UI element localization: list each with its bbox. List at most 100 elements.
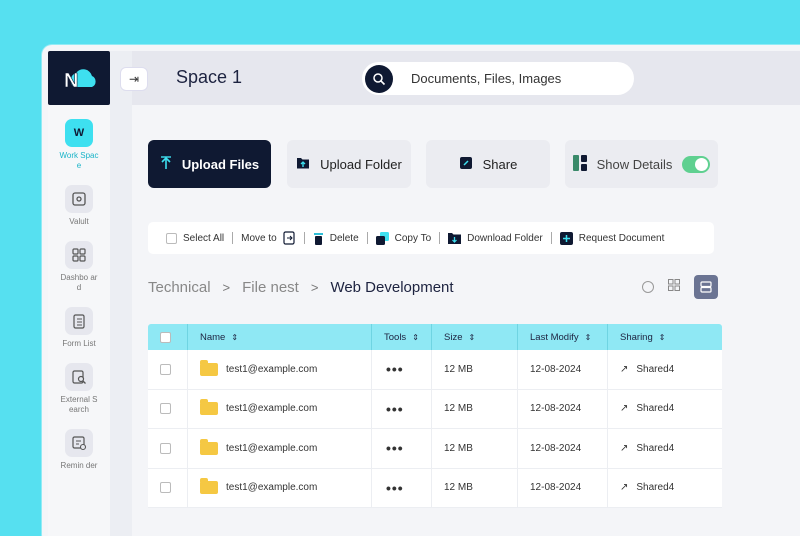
upload-folder-button[interactable]: Upload Folder [287,140,411,188]
download-folder-button[interactable]: Download Folder [440,232,551,244]
sidebar-item-external-search[interactable]: External Search [48,363,110,415]
sort-icon: ⇕ [412,332,419,342]
sharing-cell[interactable]: ↗ Shared4 [608,429,720,468]
table-row[interactable]: test1@example.com ••• 12 MB 12-08-2024 ↗… [148,389,722,429]
sidebar-item-label: Valult [69,217,89,226]
header-label: Name [200,331,226,343]
modified-cell: 12-08-2024 [518,468,608,507]
share-button[interactable]: Share [426,140,550,188]
view-switcher [642,275,718,299]
table-row[interactable]: test1@example.com ••• 12 MB 12-08-2024 ↗… [148,429,722,469]
files-table: Name ⇕ Tools ⇕ Size ⇕ Last Modify ⇕ Sharing ⇕… [148,324,722,508]
size-cell: 12 MB [432,468,518,507]
header-last-modify[interactable]: Last Modify ⇕ [518,324,608,350]
row-menu-button[interactable]: ••• [372,389,432,428]
move-to-button[interactable]: Move to [233,231,304,245]
sharing-label: Shared4 [636,403,675,415]
sidebar-item-workspace[interactable]: W Work Space [48,119,110,171]
vault-icon [65,185,93,213]
header-name[interactable]: Name ⇕ [188,324,372,350]
sharing-cell[interactable]: ↗ Shared4 [608,390,720,429]
search-input[interactable]: Documents, Files, Images [411,71,561,86]
header-tools[interactable]: Tools ⇕ [372,324,432,350]
table-row[interactable]: test1@example.com ••• 12 MB 12-08-2024 ↗… [148,350,722,390]
sort-icon: ⇕ [584,332,592,342]
reminder-icon [65,429,93,457]
sidebar-item-label: Work Space [59,151,99,170]
row-menu-button[interactable]: ••• [372,429,432,468]
sidebar-gutter [110,51,132,536]
table-view-button[interactable] [694,275,718,299]
copy-to-button[interactable]: Copy To [368,231,440,245]
folder-icon [200,478,218,495]
modified-cell: 12-08-2024 [518,389,608,428]
size-cell: 12 MB [432,350,518,389]
header-sharing[interactable]: Sharing ⇕ [608,324,720,350]
row-checkbox[interactable] [160,403,171,415]
file-name[interactable]: test1@example.com [226,482,317,493]
sharing-cell[interactable]: ↗ Shared4 [608,350,720,389]
app-logo[interactable]: N [48,51,110,105]
row-select-cell [148,350,188,389]
main-content: Upload Files Upload Folder Share Show De… [132,105,800,536]
top-header: Space 1 Documents, Files, Images [132,51,800,105]
upload-files-button[interactable]: Upload Files [148,140,271,188]
move-to-label: Move to [241,232,277,244]
sidebar-item-dashboard[interactable]: Dashbo ard [48,241,110,293]
name-cell: test1@example.com [188,468,372,507]
list-view-icon[interactable] [642,281,654,293]
breadcrumb: Technical > File nest > Web Development [148,279,454,296]
breadcrumb-current: Web Development [330,279,454,296]
show-details-toggle[interactable] [682,155,711,173]
delete-label: Delete [329,232,359,244]
file-name[interactable]: test1@example.com [226,403,317,414]
grid-view-icon[interactable] [668,278,680,296]
sharing-label: Shared4 [636,363,675,375]
search-bar[interactable]: Documents, Files, Images [362,62,634,95]
breadcrumb-item[interactable]: Technical [148,279,211,296]
sidebar-item-label: Remin der [60,461,98,470]
copy-icon [375,231,389,245]
name-cell: test1@example.com [188,350,372,389]
sidebar-item-label: Form List [62,339,96,348]
file-name[interactable]: test1@example.com [226,364,317,375]
trash-icon [313,232,323,245]
select-all-checkbox[interactable]: Select All [158,232,232,244]
collapse-icon: ⇥ [128,72,140,86]
breadcrumb-item[interactable]: File nest [242,279,299,296]
request-document-icon [559,231,573,245]
row-checkbox[interactable] [160,442,171,454]
delete-button[interactable]: Delete [305,232,367,245]
chevron-right-icon: > [222,280,231,295]
row-checkbox[interactable] [160,482,171,494]
collapse-sidebar-button[interactable]: ⇥ [120,67,148,91]
sidebar-item-reminder[interactable]: Remin der [48,429,110,471]
sidebar-item-vault[interactable]: Valult [48,185,110,227]
sharing-cell[interactable]: ↗ Shared4 [608,469,720,508]
row-select-cell [148,389,188,428]
external-link-icon: ↗ [620,442,629,454]
app-window: N W Work Space Valult Dashbo ard Form Li… [42,45,800,536]
row-checkbox[interactable] [160,363,171,375]
chevron-right-icon: > [310,280,319,295]
select-all-rows-checkbox[interactable] [160,331,171,343]
folder-icon [200,359,218,376]
select-all-label: Select All [183,232,225,244]
search-icon[interactable] [365,64,393,93]
request-document-button[interactable]: Request Document [552,231,673,245]
size-cell: 12 MB [432,389,518,428]
show-details-control: Show Details [565,140,718,188]
action-toolbar: Select All Move to Delete Copy To Downlo… [148,222,714,254]
download-folder-icon [448,233,462,244]
sidebar-item-form-list[interactable]: Form List [48,307,110,349]
upload-folder-label: Upload Folder [320,156,402,172]
move-to-icon [283,231,295,245]
request-document-label: Request Document [578,232,665,244]
header-size[interactable]: Size ⇕ [432,324,518,350]
row-menu-button[interactable]: ••• [372,468,432,507]
sidebar-item-label: Dashbo ard [60,273,98,292]
name-cell: test1@example.com [188,429,372,468]
file-name[interactable]: test1@example.com [226,443,317,454]
row-menu-button[interactable]: ••• [372,350,432,389]
table-row[interactable]: test1@example.com ••• 12 MB 12-08-2024 ↗… [148,468,722,508]
